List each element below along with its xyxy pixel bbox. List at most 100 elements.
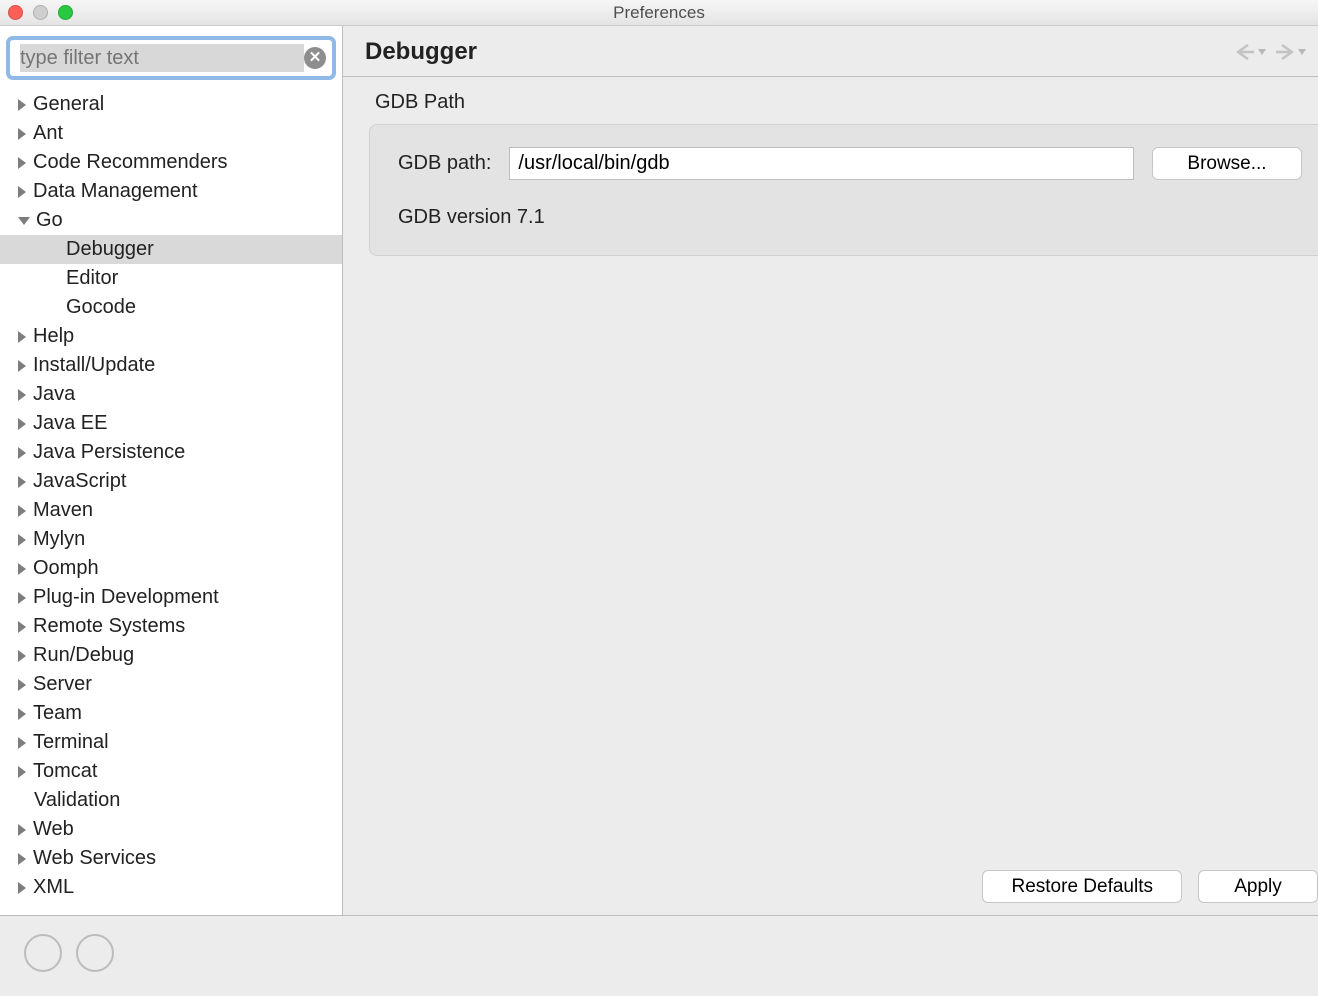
chevron-right-icon[interactable] — [18, 737, 26, 749]
tree-item[interactable]: Run/Debug — [0, 641, 342, 670]
tree-item[interactable]: Help — [0, 322, 342, 351]
gdb-path-label: GDB path: — [398, 152, 491, 175]
tree-item-label: Web Services — [33, 847, 156, 870]
tree-item-label: Maven — [33, 499, 93, 522]
chevron-right-icon[interactable] — [18, 331, 26, 343]
chevron-down-icon — [1298, 49, 1306, 55]
arrow-left-icon — [1234, 43, 1256, 61]
minimize-window-icon — [33, 5, 48, 20]
footer-round-button-1[interactable] — [24, 934, 62, 972]
tree-item-label: JavaScript — [33, 470, 126, 493]
tree-item-label: Ant — [33, 122, 63, 145]
tree-item-label: Server — [33, 673, 92, 696]
tree-item-label: Remote Systems — [33, 615, 185, 638]
tree-item[interactable]: XML — [0, 873, 342, 902]
gdb-path-input[interactable] — [509, 147, 1134, 180]
tree-item[interactable]: Maven — [0, 496, 342, 525]
tree-item[interactable]: Plug-in Development — [0, 583, 342, 612]
zoom-window-icon[interactable] — [58, 5, 73, 20]
tree-item[interactable]: Go — [0, 206, 342, 235]
tree-item-label: Web — [33, 818, 74, 841]
tree-item[interactable]: Editor — [0, 264, 342, 293]
tree-item-label: Java Persistence — [33, 441, 185, 464]
filter-box: ✕ — [6, 36, 336, 80]
chevron-down-icon — [1258, 49, 1266, 55]
footer-round-button-2[interactable] — [76, 934, 114, 972]
chevron-right-icon[interactable] — [18, 563, 26, 575]
tree-item[interactable]: Java — [0, 380, 342, 409]
tree-item-label: Mylyn — [33, 528, 85, 551]
main-panel: Debugger GDB Path GDB path: Browse... — [343, 26, 1318, 915]
tree-item[interactable]: Terminal — [0, 728, 342, 757]
nav-forward-button[interactable] — [1274, 43, 1306, 61]
clear-filter-icon[interactable]: ✕ — [304, 47, 326, 69]
tree-item[interactable]: Ant — [0, 119, 342, 148]
chevron-right-icon[interactable] — [18, 99, 26, 111]
chevron-right-icon[interactable] — [18, 534, 26, 546]
tree-item-label: Team — [33, 702, 82, 725]
tree-item[interactable]: Team — [0, 699, 342, 728]
titlebar: Preferences — [0, 0, 1318, 26]
chevron-right-icon[interactable] — [18, 824, 26, 836]
tree-item[interactable]: Validation — [0, 786, 342, 815]
tree-item[interactable]: Data Management — [0, 177, 342, 206]
gdb-version-text: GDB version 7.1 — [398, 206, 1302, 229]
tree-item[interactable]: Mylyn — [0, 525, 342, 554]
tree-item[interactable]: Code Recommenders — [0, 148, 342, 177]
tree-item-label: Help — [33, 325, 74, 348]
panel-body: GDB Path GDB path: Browse... GDB version… — [343, 77, 1318, 915]
browse-button[interactable]: Browse... — [1152, 147, 1302, 180]
chevron-right-icon[interactable] — [18, 708, 26, 720]
filter-input[interactable] — [20, 44, 304, 72]
chevron-right-icon[interactable] — [18, 766, 26, 778]
page-title: Debugger — [365, 38, 477, 66]
apply-button[interactable]: Apply — [1198, 870, 1318, 903]
tree-item[interactable]: Web Services — [0, 844, 342, 873]
nav-back-button[interactable] — [1234, 43, 1266, 61]
tree-item[interactable]: JavaScript — [0, 467, 342, 496]
history-nav — [1234, 43, 1306, 61]
close-window-icon[interactable] — [8, 5, 23, 20]
tree-item[interactable]: Web — [0, 815, 342, 844]
chevron-right-icon[interactable] — [18, 128, 26, 140]
tree-item-label: Oomph — [33, 557, 99, 580]
tree-item[interactable]: Java EE — [0, 409, 342, 438]
tree-item-label: Validation — [34, 789, 120, 812]
tree-item[interactable]: Java Persistence — [0, 438, 342, 467]
tree-item-label: Java — [33, 383, 75, 406]
arrow-right-icon — [1274, 43, 1296, 61]
tree-item[interactable]: Oomph — [0, 554, 342, 583]
tree-item[interactable]: Gocode — [0, 293, 342, 322]
tree-item[interactable]: Server — [0, 670, 342, 699]
chevron-right-icon[interactable] — [18, 157, 26, 169]
tree-item[interactable]: General — [0, 90, 342, 119]
tree-item-label: Java EE — [33, 412, 107, 435]
tree-item-label: General — [33, 93, 104, 116]
tree-item[interactable]: Remote Systems — [0, 612, 342, 641]
tree-item-label: Code Recommenders — [33, 151, 228, 174]
chevron-right-icon[interactable] — [18, 679, 26, 691]
tree-item[interactable]: Tomcat — [0, 757, 342, 786]
restore-defaults-button[interactable]: Restore Defaults — [982, 870, 1182, 903]
chevron-right-icon[interactable] — [18, 476, 26, 488]
chevron-right-icon[interactable] — [18, 389, 26, 401]
chevron-right-icon[interactable] — [18, 447, 26, 459]
window-controls — [8, 5, 73, 20]
tree-item-label: Debugger — [66, 238, 154, 261]
tree-item[interactable]: Install/Update — [0, 351, 342, 380]
preference-tree[interactable]: General Ant Code Recommenders Data Manageme… — [0, 86, 342, 915]
chevron-right-icon[interactable] — [18, 505, 26, 517]
chevron-right-icon[interactable] — [18, 186, 26, 198]
chevron-right-icon[interactable] — [18, 650, 26, 662]
tree-item[interactable]: Debugger — [0, 235, 342, 264]
tree-item-label: Editor — [66, 267, 118, 290]
chevron-down-icon[interactable] — [18, 217, 30, 225]
gdb-path-group: GDB path: Browse... GDB version 7.1 — [369, 124, 1318, 256]
chevron-right-icon[interactable] — [18, 360, 26, 372]
chevron-right-icon[interactable] — [18, 418, 26, 430]
chevron-right-icon[interactable] — [18, 592, 26, 604]
chevron-right-icon[interactable] — [18, 621, 26, 633]
chevron-right-icon[interactable] — [18, 853, 26, 865]
tree-item-label: Tomcat — [33, 760, 97, 783]
chevron-right-icon[interactable] — [18, 882, 26, 894]
